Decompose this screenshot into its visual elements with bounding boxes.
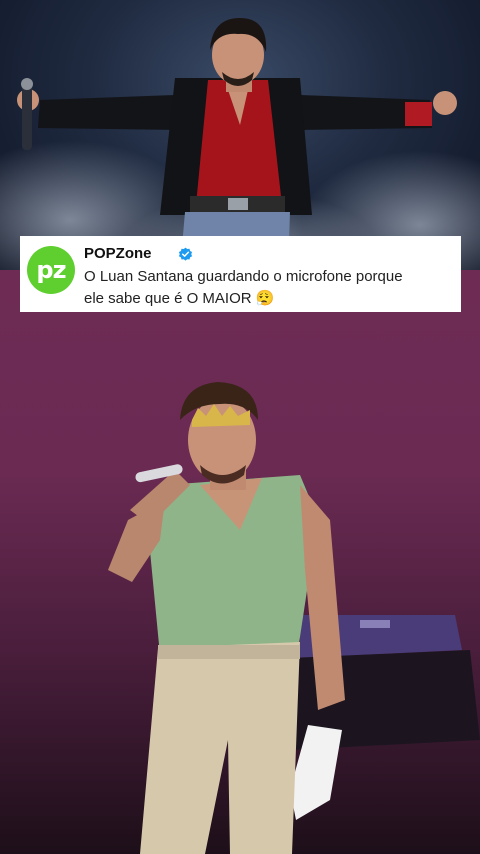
post-text: O Luan Santana guardando o microfone por…	[84, 266, 454, 310]
post-text-line: ele sabe que é O MAIOR 😮‍💨	[84, 290, 275, 307]
post-card: pz POPZone O Luan Santana guardando o mi…	[20, 236, 461, 312]
account-name[interactable]: POPZone	[84, 245, 152, 262]
bottom-photo	[0, 270, 480, 854]
top-photo	[0, 0, 480, 270]
singer-figure	[17, 18, 457, 270]
avatar[interactable]: pz	[27, 246, 75, 294]
singer-figure-stage	[108, 382, 480, 854]
post-text-line: O Luan Santana guardando o microfone por…	[84, 268, 403, 285]
avatar-logo-text: pz	[36, 256, 66, 284]
verified-badge-icon	[178, 247, 193, 261]
